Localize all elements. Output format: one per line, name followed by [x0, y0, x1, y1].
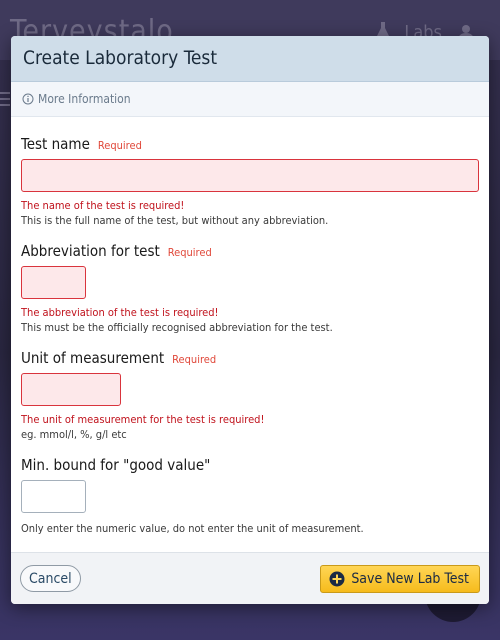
abbreviation-error: The abbreviation of the test is required… — [21, 306, 219, 319]
abbreviation-input[interactable] — [21, 266, 86, 299]
test-name-error: The name of the test is required! — [21, 199, 185, 212]
info-circle-icon — [22, 93, 34, 105]
min-bound-input[interactable] — [21, 480, 86, 513]
unit-label-row: Unit of measurement Required — [21, 349, 479, 367]
abbreviation-label-row: Abbreviation for test Required — [21, 242, 479, 260]
abbreviation-help: This must be the officially recognised a… — [21, 321, 333, 334]
min-bound-label-row: Min. bound for "good value" — [21, 456, 479, 474]
min-bound-help: Only enter the numeric value, do not ent… — [21, 522, 364, 535]
unit-field: Unit of measurement Required The unit of… — [21, 349, 479, 442]
abbreviation-field: Abbreviation for test Required The abbre… — [21, 242, 479, 335]
test-name-label: Test name — [21, 135, 90, 153]
abbreviation-label: Abbreviation for test — [21, 242, 160, 260]
save-button-label: Save New Lab Test — [351, 570, 469, 587]
min-bound-label: Min. bound for "good value" — [21, 456, 211, 474]
required-badge: Required — [97, 139, 142, 152]
test-name-help: This is the full name of the test, but w… — [21, 214, 329, 227]
save-new-lab-test-button[interactable]: Save New Lab Test — [320, 564, 480, 593]
unit-input[interactable] — [21, 373, 121, 406]
more-information-link[interactable]: More Information — [11, 82, 489, 117]
required-badge: Required — [167, 246, 212, 259]
dialog-title: Create Laboratory Test — [23, 47, 218, 69]
create-lab-test-dialog: Create Laboratory Test More Information … — [11, 36, 489, 604]
unit-label: Unit of measurement — [21, 349, 165, 367]
cancel-button[interactable]: Cancel — [20, 565, 81, 592]
test-name-field: Test name Required The name of the test … — [21, 135, 479, 228]
more-information-label: More Information — [38, 92, 131, 106]
menu-icon — [0, 92, 10, 106]
dialog-header: Create Laboratory Test — [11, 36, 489, 82]
required-badge: Required — [172, 353, 217, 366]
form-body: Test name Required The name of the test … — [11, 117, 489, 536]
dialog-footer: Cancel Save New Lab Test — [11, 552, 489, 604]
unit-error: The unit of measurement for the test is … — [21, 413, 265, 426]
min-bound-field: Min. bound for "good value" Only enter t… — [21, 456, 479, 536]
test-name-input[interactable] — [21, 159, 479, 192]
unit-help: eg. mmol/l, %, g/l etc — [21, 428, 127, 441]
plus-circle-icon — [329, 571, 345, 586]
test-name-label-row: Test name Required — [21, 135, 479, 153]
